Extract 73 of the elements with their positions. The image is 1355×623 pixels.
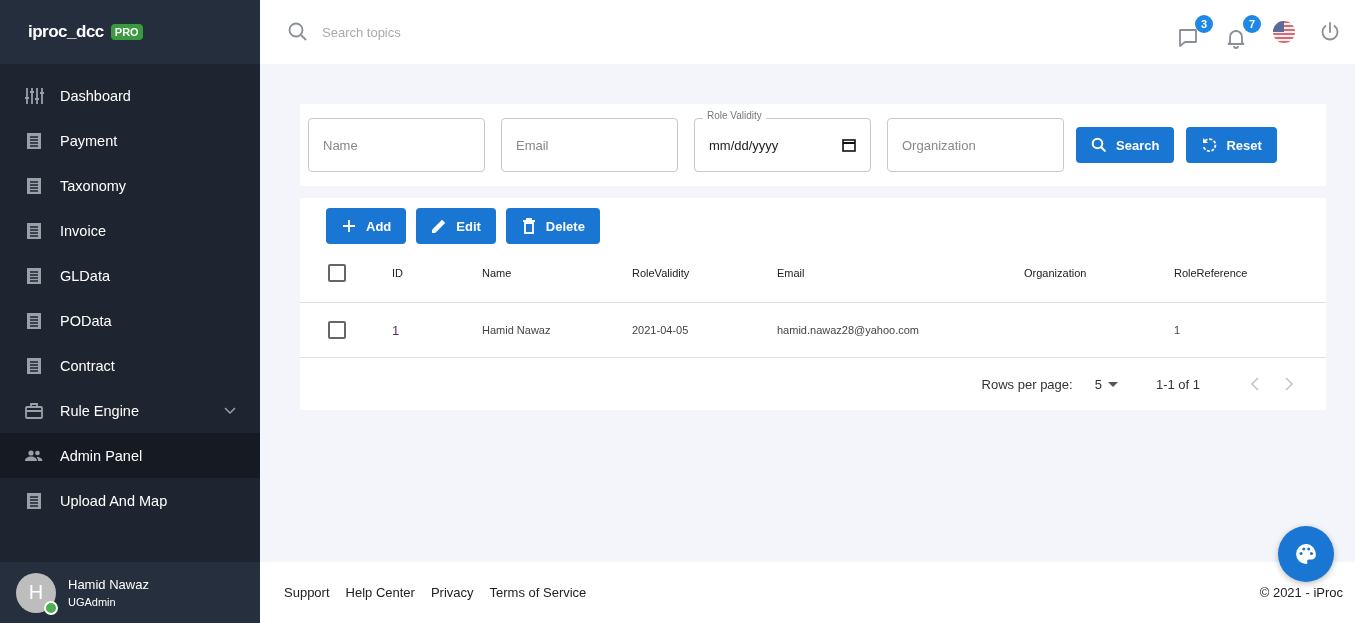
user-name: Hamid Nawaz — [68, 577, 149, 592]
pencil-icon — [431, 218, 448, 234]
table-cell: Hamid Nawaz — [482, 324, 551, 336]
document-icon — [24, 265, 44, 286]
add-button[interactable]: Add — [326, 208, 407, 244]
document-icon — [24, 220, 44, 241]
reset-button[interactable]: Reset — [1186, 127, 1277, 163]
document-icon — [24, 130, 44, 151]
footer-link[interactable]: Help Center — [345, 585, 415, 600]
sidebar-item[interactable]: Rule Engine — [0, 388, 260, 433]
palette-icon — [1295, 543, 1317, 565]
user-avatar: H — [16, 572, 56, 613]
reset-icon — [1201, 137, 1218, 153]
sidebar-item[interactable]: Upload And Map — [0, 478, 260, 523]
notifications-button[interactable]: 7 — [1225, 15, 1261, 49]
sidebar-item[interactable]: Dashboard — [0, 73, 260, 118]
document-icon — [24, 490, 44, 511]
flag-icon[interactable] — [1273, 21, 1295, 43]
rows-per-page-label: Rows per page: — [981, 376, 1073, 392]
name-field[interactable]: Name — [308, 118, 485, 172]
checkbox[interactable] — [328, 264, 346, 282]
trash-icon — [520, 218, 537, 234]
search-button[interactable]: Search — [1076, 127, 1175, 163]
search-icon — [1091, 137, 1107, 153]
footer-link[interactable]: Support — [284, 585, 330, 600]
email-field[interactable]: Email — [501, 118, 678, 172]
table-cell: 2021-04-05 — [632, 324, 689, 336]
chat-icon — [1177, 27, 1199, 49]
document-icon — [24, 310, 44, 331]
column-header[interactable]: ID — [392, 267, 403, 279]
organization-field[interactable]: Organization — [887, 118, 1064, 172]
document-icon — [24, 175, 44, 196]
briefcase-icon — [24, 400, 44, 421]
rows-per-page-select[interactable]: 5 — [1094, 376, 1118, 392]
sidebar-item[interactable]: Contract — [0, 343, 260, 388]
theme-button[interactable] — [1278, 526, 1334, 582]
brand-name: iproc_dcc — [28, 22, 104, 42]
user-role: UGAdmin — [68, 596, 117, 608]
edit-button[interactable]: Edit — [416, 208, 496, 244]
table-cell: 1 — [392, 322, 400, 338]
column-header[interactable]: Email — [777, 267, 805, 279]
messages-button[interactable]: 3 — [1177, 15, 1213, 49]
copyright: © 2021 - iProc — [1259, 585, 1343, 600]
column-header[interactable]: Name — [482, 267, 512, 279]
table-cell: 1 — [1174, 324, 1181, 336]
sidebar-item[interactable]: POData — [0, 298, 260, 343]
sidebar-item[interactable]: GLData — [0, 253, 260, 298]
checkbox[interactable] — [328, 321, 346, 339]
sliders-icon — [24, 85, 44, 106]
sidebar-item[interactable]: Payment — [0, 118, 260, 163]
caret-icon — [1107, 381, 1118, 387]
footer-link[interactable]: Privacy — [430, 585, 474, 600]
field-label: Role Validity — [703, 110, 766, 121]
plus-icon — [341, 218, 357, 234]
power-icon[interactable] — [1319, 21, 1341, 43]
column-header[interactable]: RoleValidity — [632, 267, 690, 279]
sidebar-item[interactable]: Admin Panel — [0, 433, 260, 478]
column-header[interactable]: Organization — [1024, 267, 1087, 279]
search-icon — [288, 22, 308, 42]
calendar-icon — [842, 138, 856, 152]
table-cell: hamid.nawaz28@yahoo.com — [777, 324, 920, 336]
page-range: 1-1 of 1 — [1155, 376, 1200, 392]
document-icon — [24, 355, 44, 376]
chevron-icon — [224, 406, 236, 415]
sidebar-item[interactable]: Taxonomy — [0, 163, 260, 208]
column-header[interactable]: RoleReference — [1174, 267, 1248, 279]
bell-icon — [1225, 27, 1247, 49]
sidebar-item[interactable]: Invoice — [0, 208, 260, 253]
count-badge: 7 — [1243, 15, 1261, 33]
count-badge: 3 — [1195, 15, 1213, 33]
footer-link[interactable]: Terms of Service — [489, 585, 587, 600]
delete-button[interactable]: Delete — [505, 208, 600, 244]
pro-badge: PRO — [110, 24, 143, 40]
